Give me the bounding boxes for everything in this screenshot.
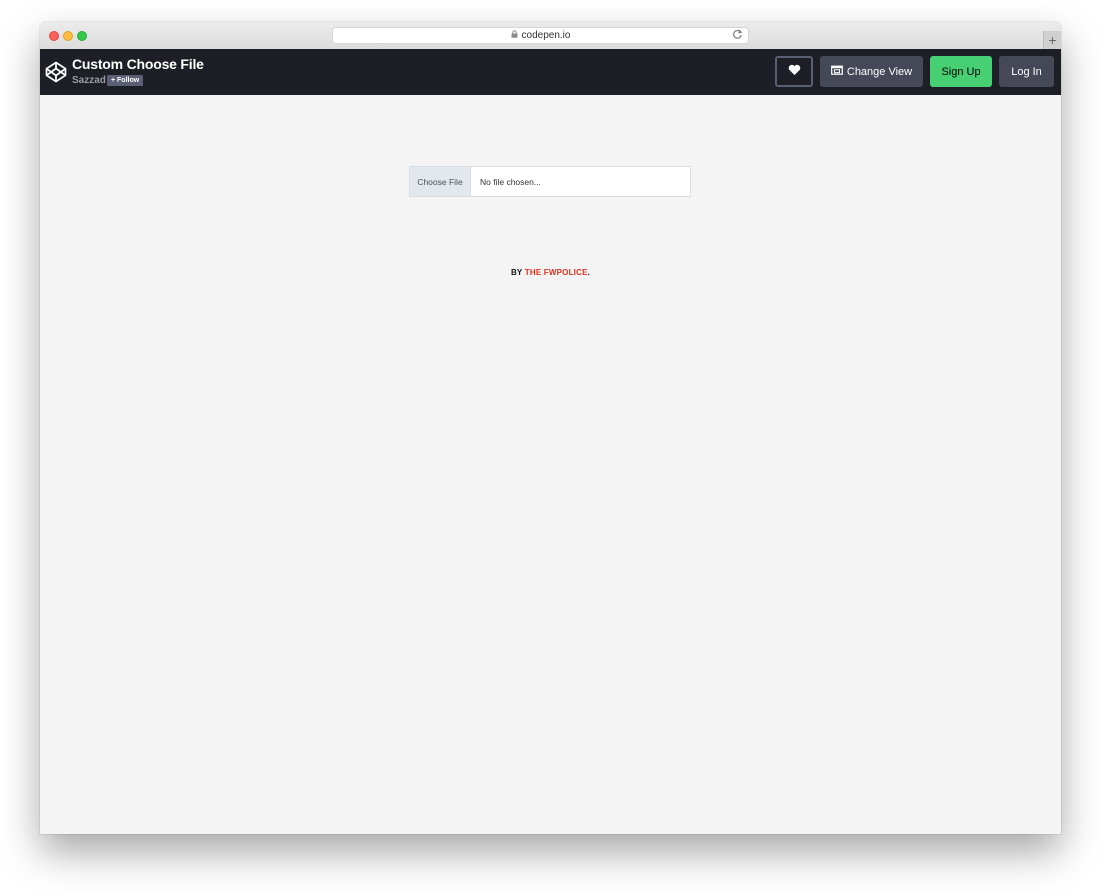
pen-title: Custom Choose File <box>72 56 204 72</box>
follow-button[interactable]: + Follow <box>107 75 144 86</box>
author-name[interactable]: Sazzad <box>72 75 106 86</box>
minimize-window-button[interactable] <box>63 31 73 41</box>
browser-titlebar: codepen.io + <box>40 22 1061 50</box>
sign-up-button[interactable]: Sign Up <box>930 56 992 87</box>
heart-icon <box>788 64 801 79</box>
credit-link[interactable]: THE FWPOLICE <box>525 268 588 277</box>
credit-suffix: . <box>587 268 591 277</box>
codepen-logo-icon[interactable] <box>45 61 67 83</box>
credit-line: BY THE FWPOLICE. <box>40 268 1061 277</box>
change-view-button[interactable]: Change View <box>820 56 923 87</box>
url-text: codepen.io <box>521 30 571 42</box>
address-bar[interactable]: codepen.io <box>332 27 749 44</box>
log-in-button[interactable]: Log In <box>999 56 1054 87</box>
pen-preview: Choose File No file chosen... BY THE FWP… <box>40 95 1061 834</box>
change-view-icon <box>830 65 843 78</box>
choose-file-button[interactable]: Choose File <box>410 167 471 196</box>
lock-icon <box>511 28 518 43</box>
close-window-button[interactable] <box>49 31 59 41</box>
change-view-label: Change View <box>846 65 913 78</box>
browser-window: codepen.io + Custom Choose File Sazzad +… <box>40 22 1061 834</box>
new-tab-icon[interactable]: + <box>1043 31 1061 49</box>
file-input[interactable]: Choose File No file chosen... <box>409 166 691 197</box>
heart-button[interactable] <box>775 56 813 87</box>
credit-prefix: BY <box>510 268 523 277</box>
maximize-window-button[interactable] <box>77 31 87 41</box>
codepen-header: Custom Choose File Sazzad + Follow Chang… <box>40 49 1061 95</box>
reload-icon[interactable] <box>732 29 743 45</box>
file-status-text: No file chosen... <box>480 176 541 187</box>
